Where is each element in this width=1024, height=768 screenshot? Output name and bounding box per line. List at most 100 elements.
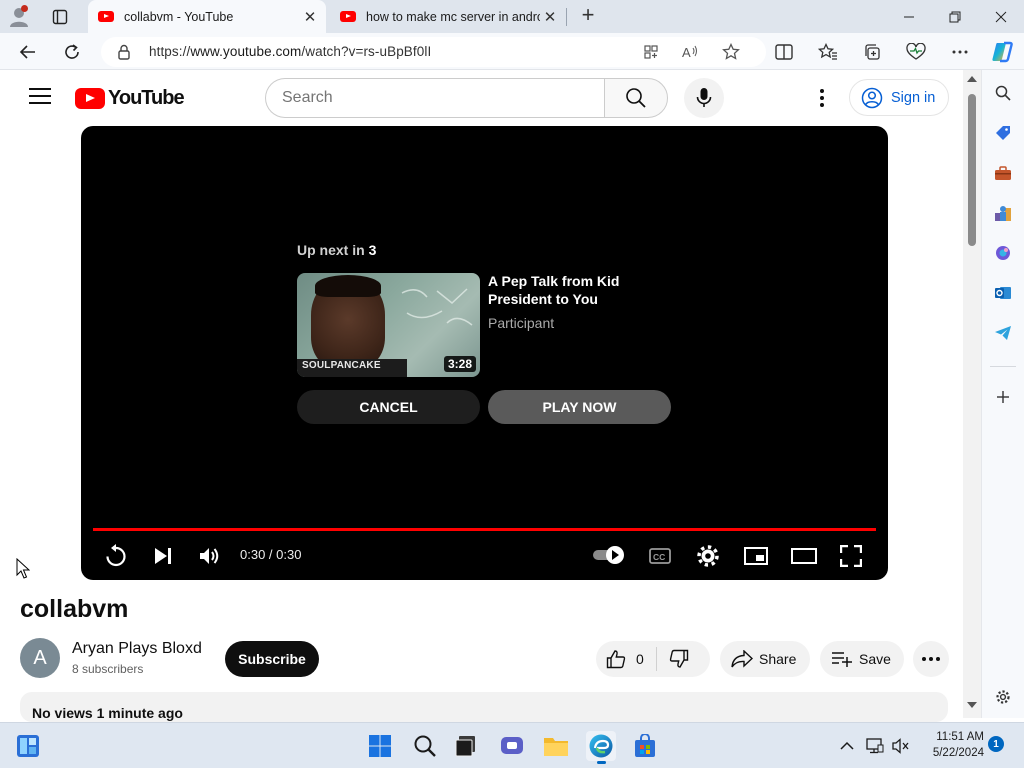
edge-sidebar	[981, 70, 1024, 718]
scroll-up-arrow-icon[interactable]	[967, 76, 977, 82]
sidebar-outlook-icon[interactable]	[992, 282, 1014, 304]
teams-chat-button[interactable]	[497, 731, 527, 761]
sidebar-games-icon[interactable]	[992, 202, 1014, 224]
tab-mc-server[interactable]: how to make mc server in andro ✕	[330, 0, 566, 33]
sidebar-tools-icon[interactable]	[992, 162, 1014, 184]
widgets-icon	[17, 735, 39, 757]
subtitles-button[interactable]: CC	[647, 542, 673, 570]
sidebar-settings-gear-icon[interactable]	[992, 686, 1014, 708]
lock-icon	[118, 44, 130, 60]
favorite-star-icon[interactable]	[720, 41, 742, 63]
replay-button[interactable]	[103, 542, 129, 570]
like-button[interactable]: 0	[596, 647, 657, 671]
restore-button[interactable]	[932, 0, 978, 33]
show-hidden-icons-button[interactable]	[834, 731, 860, 761]
microsoft-store-button[interactable]	[630, 731, 660, 761]
collections-button[interactable]	[859, 39, 885, 65]
next-video-button[interactable]	[151, 542, 175, 570]
description-box[interactable]: No views 1 minute ago	[20, 692, 948, 722]
theater-mode-button[interactable]	[789, 542, 819, 570]
clock-date: 5/22/2024	[932, 747, 984, 759]
guide-menu-button[interactable]	[29, 88, 51, 106]
back-button[interactable]	[15, 39, 41, 65]
dislike-button[interactable]	[657, 649, 705, 669]
tab-collabvm[interactable]: collabvm - YouTube ✕	[88, 0, 326, 33]
cancel-autoplay-button[interactable]: CANCEL	[297, 390, 480, 424]
url-text: https://www.youtube.com/watch?v=rs-uBpBf…	[149, 44, 431, 59]
settings-menu-button[interactable]	[808, 84, 836, 112]
settings-gear-icon	[697, 545, 719, 567]
browser-toolbar: https://www.youtube.com/watch?v=rs-uBpBf…	[0, 33, 1024, 70]
favorites-button[interactable]	[815, 39, 841, 65]
tab-actions-icon	[52, 9, 68, 25]
next-video-thumbnail[interactable]: SOULPANCAKE 3:28	[297, 273, 480, 377]
split-screen-button[interactable]	[771, 39, 797, 65]
volume-status-button[interactable]	[888, 731, 914, 761]
app-available-icon[interactable]	[640, 41, 662, 63]
tab-close-icon[interactable]: ✕	[540, 8, 560, 26]
url-prefix: https://	[149, 44, 191, 59]
file-explorer-button[interactable]	[541, 731, 571, 761]
heart-pulse-icon	[906, 43, 926, 60]
refresh-button[interactable]	[59, 39, 85, 65]
url-host: www.youtube.com	[190, 44, 302, 59]
theater-mode-icon	[791, 548, 817, 564]
start-button[interactable]	[365, 731, 395, 761]
system-clock[interactable]: 11:51 AM 5/22/2024	[918, 729, 984, 761]
read-aloud-icon[interactable]: A	[680, 41, 702, 63]
progress-bar[interactable]	[93, 528, 876, 531]
notification-badge[interactable]: 1	[988, 736, 1004, 752]
search-input[interactable]: Search	[265, 78, 605, 118]
split-screen-icon	[775, 44, 793, 60]
network-status-button[interactable]	[862, 731, 888, 761]
more-actions-button[interactable]	[913, 641, 949, 677]
settings-button[interactable]	[695, 542, 721, 570]
search-button[interactable]	[604, 78, 668, 118]
autoplay-toggle[interactable]	[593, 546, 625, 564]
task-view-button[interactable]	[452, 731, 482, 761]
play-now-button[interactable]: PLAY NOW	[488, 390, 671, 424]
minimize-button[interactable]	[886, 0, 932, 33]
scroll-down-arrow-icon[interactable]	[967, 702, 977, 708]
skip-next-icon	[155, 548, 171, 564]
sidebar-telegram-icon[interactable]	[992, 322, 1014, 344]
youtube-logo[interactable]: YouTube	[75, 87, 185, 109]
channel-avatar[interactable]: A	[20, 638, 60, 678]
miniplayer-button[interactable]	[742, 542, 770, 570]
channel-name[interactable]: Aryan Plays Bloxd	[72, 640, 202, 658]
browser-essentials-button[interactable]	[903, 39, 929, 65]
edge-taskbar-button[interactable]	[586, 731, 616, 764]
tab-close-icon[interactable]: ✕	[300, 8, 320, 26]
voice-search-button[interactable]	[684, 78, 724, 118]
sidebar-search-icon[interactable]	[992, 82, 1014, 104]
mute-button[interactable]	[197, 542, 223, 570]
share-arrow-icon	[731, 650, 753, 668]
scroll-thumb[interactable]	[968, 94, 976, 246]
sidebar-add-icon[interactable]	[992, 386, 1014, 408]
address-bar[interactable]: https://www.youtube.com/watch?v=rs-uBpBf…	[101, 37, 766, 67]
page-scrollbar[interactable]	[963, 70, 981, 718]
save-button[interactable]: Save	[820, 641, 904, 677]
profile-button[interactable]	[8, 5, 36, 29]
video-player[interactable]: Up next in 3 SOULPANCAKE 3:28 A Pep Talk…	[81, 126, 888, 580]
svg-text:CC: CC	[653, 552, 665, 562]
close-window-button[interactable]	[978, 0, 1024, 33]
sidebar-shopping-tag-icon[interactable]	[992, 122, 1014, 144]
new-tab-button[interactable]: +	[576, 4, 600, 28]
widgets-button[interactable]	[13, 731, 43, 761]
closed-captions-icon: CC	[649, 548, 671, 564]
subscribe-button[interactable]: Subscribe	[225, 641, 319, 677]
more-horizontal-icon	[952, 50, 968, 54]
tab-actions-button[interactable]	[46, 5, 74, 29]
settings-more-button[interactable]	[947, 39, 973, 65]
share-button[interactable]: Share	[720, 641, 810, 677]
replay-icon	[106, 544, 126, 567]
sign-in-button[interactable]: Sign in	[849, 79, 949, 116]
autoplay-play-icon	[606, 546, 624, 564]
copilot-button[interactable]	[989, 39, 1015, 65]
sidebar-copilot-app-icon[interactable]	[992, 242, 1014, 264]
next-video-title[interactable]: A Pep Talk from Kid President to You	[488, 272, 648, 308]
thumbnail-hair	[315, 275, 381, 297]
fullscreen-button[interactable]	[838, 542, 864, 570]
taskbar-search-button[interactable]	[410, 731, 440, 761]
